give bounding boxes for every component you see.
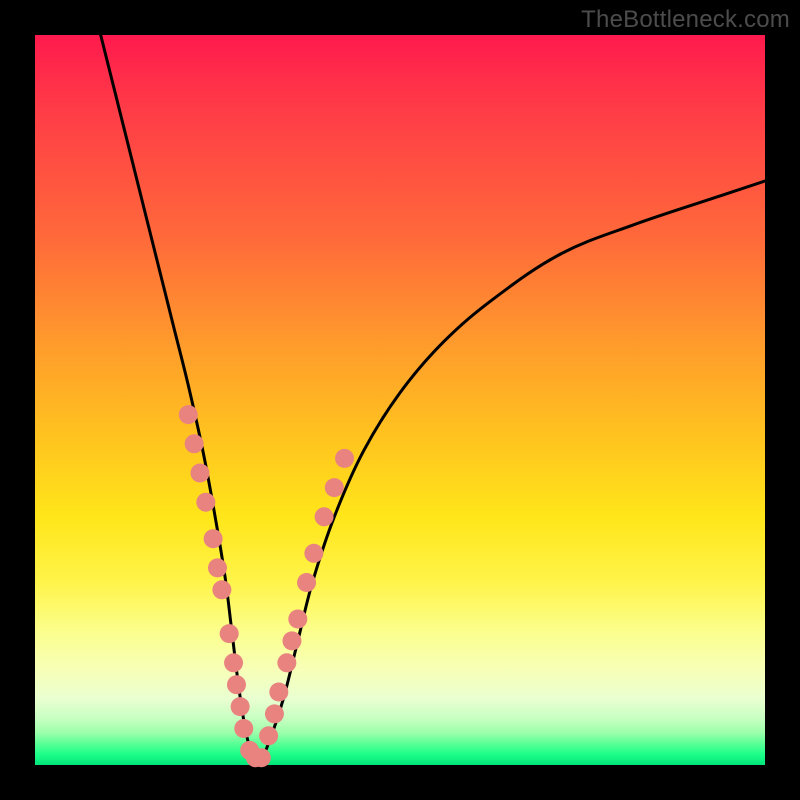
marker-dot [227, 675, 246, 694]
marker-dot [259, 726, 278, 745]
watermark-label: TheBottleneck.com [581, 6, 790, 34]
marker-dot [288, 610, 307, 629]
bottleneck-curve [101, 35, 765, 760]
bottleneck-curve-path [101, 35, 765, 760]
marker-dot [224, 653, 243, 672]
chart-frame: TheBottleneck.com [0, 0, 800, 800]
marker-dot [196, 493, 215, 512]
marker-dot [231, 697, 250, 716]
marker-dot [252, 748, 271, 767]
marker-dot [282, 631, 301, 650]
curve-layer [35, 35, 765, 765]
marker-dot [325, 478, 344, 497]
marker-dot [277, 653, 296, 672]
marker-dot [335, 449, 354, 468]
marker-dot [179, 405, 198, 424]
marker-dot [208, 558, 227, 577]
marker-dot [315, 507, 334, 526]
marker-dot [234, 719, 253, 738]
marker-dot [269, 683, 288, 702]
marker-dot [204, 529, 223, 548]
marker-dot [220, 624, 239, 643]
marker-dot [190, 464, 209, 483]
marker-dot [265, 704, 284, 723]
marker-dot [304, 544, 323, 563]
marker-dot [185, 434, 204, 453]
plot-area [35, 35, 765, 765]
marker-dot [212, 580, 231, 599]
marker-dot [297, 573, 316, 592]
